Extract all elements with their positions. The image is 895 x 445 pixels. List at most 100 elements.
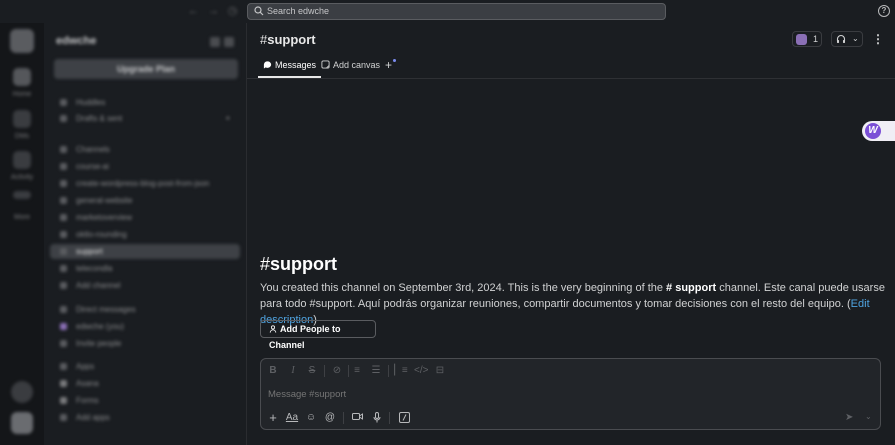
- sidebar-item-support[interactable]: support: [50, 244, 240, 259]
- sidebar-item-invite[interactable]: Invite people: [50, 336, 240, 351]
- history-back-icon[interactable]: ←: [187, 5, 200, 18]
- format-divider: [388, 365, 389, 377]
- help-icon[interactable]: ?: [878, 5, 890, 17]
- avatar: [60, 323, 67, 330]
- more-actions-icon[interactable]: ⋮: [872, 31, 884, 47]
- members-button[interactable]: 1: [792, 31, 822, 47]
- history-clock-icon[interactable]: ◷: [226, 5, 239, 18]
- format-toggle[interactable]: Aa: [284, 412, 300, 424]
- sidebar-item-channel[interactable]: telecondla: [50, 261, 240, 276]
- rail-label-dms: DMs: [14, 133, 30, 140]
- new-indicator-dot: [393, 59, 396, 62]
- sidebar-item-channel[interactable]: oktlo-rounding: [50, 227, 240, 242]
- ordered-list-icon[interactable]: ≡: [350, 365, 364, 377]
- plus-icon: [60, 282, 67, 289]
- mention-icon[interactable]: @: [323, 412, 337, 424]
- headphones-icon: [60, 99, 67, 106]
- workspace-rail: Home DMs Activity More: [0, 23, 44, 445]
- hash-icon: [60, 214, 67, 221]
- sidebar-item-drafts[interactable]: Drafts & sent ●: [50, 111, 240, 126]
- emoji-icon[interactable]: ☺: [304, 412, 318, 424]
- caret-icon: [60, 306, 67, 313]
- sidebar-item-app[interactable]: Forms: [50, 393, 240, 408]
- app-icon: [60, 397, 67, 404]
- code-block-icon[interactable]: ⊟: [433, 365, 447, 377]
- sidebar-item-add-apps[interactable]: Add apps: [50, 410, 240, 425]
- hash-icon: [60, 231, 67, 238]
- sidebar-item-channel[interactable]: course-ai: [50, 159, 240, 174]
- sidebar-item-channel[interactable]: general-website: [50, 193, 240, 208]
- dms-icon[interactable]: [13, 110, 31, 128]
- activity-icon[interactable]: [13, 151, 31, 169]
- tool-divider: [343, 412, 344, 424]
- tool-divider: [389, 412, 390, 424]
- tab-add-canvas[interactable]: Add canvas: [321, 56, 380, 78]
- bulleted-list-icon[interactable]: ☰: [369, 365, 383, 377]
- add-tab-plus-icon[interactable]: +: [385, 56, 396, 78]
- intro-title: #support: [260, 254, 338, 274]
- plus-icon[interactable]: +: [266, 411, 280, 424]
- hash-icon: [60, 265, 67, 272]
- member-count: 1: [813, 34, 819, 44]
- workspace-name[interactable]: edwche: [56, 35, 96, 47]
- slash-command-icon[interactable]: [397, 412, 411, 424]
- add-people-button[interactable]: Add People to Channel: [260, 320, 376, 350]
- top-bar: ← → ◷ Search edwche ?: [0, 0, 895, 23]
- search-bar[interactable]: Search edwche: [247, 3, 666, 20]
- channel-name: support: [267, 32, 316, 47]
- create-new-icon[interactable]: [11, 381, 33, 403]
- bold-icon[interactable]: B: [266, 365, 280, 377]
- app-plugin-badge[interactable]: W: [862, 121, 895, 141]
- search-placeholder: Search edwche: [267, 6, 330, 16]
- sidebar-item-channel[interactable]: marketoverview: [50, 210, 240, 225]
- hash-icon: [60, 248, 67, 255]
- compose-icon[interactable]: [224, 37, 234, 47]
- chevron-down-icon[interactable]: ⌄: [852, 34, 859, 43]
- sidebar-section-apps[interactable]: Apps: [50, 359, 240, 374]
- chevron-down-icon[interactable]: ⌄: [865, 412, 872, 421]
- rail-label-activity: Activity: [10, 174, 34, 181]
- sidebar-item-channel[interactable]: create-wordpress-blog-post-from-json: [50, 176, 240, 191]
- more-icon[interactable]: [13, 191, 31, 199]
- message-input[interactable]: [268, 389, 808, 400]
- tab-messages[interactable]: Messages: [258, 56, 322, 78]
- sidebar-item-huddles[interactable]: Huddles: [50, 95, 240, 110]
- microphone-icon[interactable]: [370, 412, 384, 424]
- headphones-icon: [836, 34, 846, 47]
- format-divider: [348, 365, 349, 377]
- link-icon[interactable]: ⊘: [330, 365, 344, 377]
- sidebar-item-add-channel[interactable]: Add channel: [50, 278, 240, 293]
- header-divider: [247, 78, 895, 79]
- home-icon[interactable]: [13, 68, 31, 86]
- code-icon[interactable]: </>: [414, 365, 428, 377]
- send-icon: [60, 115, 67, 122]
- canvas-icon: [321, 60, 330, 69]
- sidebar-section-channels[interactable]: Channels: [50, 142, 240, 157]
- channel-tabs: Messages Add canvas +: [258, 56, 878, 78]
- video-icon[interactable]: [350, 412, 364, 424]
- channel-title[interactable]: #support: [260, 32, 316, 47]
- plus-icon: [60, 414, 67, 421]
- send-icon[interactable]: ➤: [845, 412, 853, 423]
- hash-icon: [60, 197, 67, 204]
- upgrade-plan-button[interactable]: Upgrade Plan: [54, 59, 238, 79]
- huddle-button[interactable]: ⌄: [831, 31, 863, 47]
- user-avatar[interactable]: [11, 412, 33, 434]
- channel-reference[interactable]: # support: [666, 282, 716, 294]
- blockquote-icon[interactable]: ▏≡: [394, 365, 408, 377]
- message-composer: B I S ⊘ ≡ ☰ ▏≡ </> ⊟ + Aa ☺ @ ➤ ⌄: [260, 358, 881, 430]
- workspace-avatar[interactable]: [10, 29, 34, 53]
- filter-icon[interactable]: [210, 37, 220, 47]
- caret-icon: [60, 363, 67, 370]
- hash-icon: [60, 180, 67, 187]
- app-icon: [60, 380, 67, 387]
- sidebar-section-dms[interactable]: Direct messages: [50, 302, 240, 317]
- person-add-icon: [269, 325, 277, 333]
- history-forward-icon[interactable]: →: [207, 5, 220, 18]
- sidebar-item-dm-self[interactable]: edwche (you): [50, 319, 240, 334]
- caret-icon: [60, 146, 67, 153]
- sidebar-item-app[interactable]: Asana: [50, 376, 240, 391]
- italic-icon[interactable]: I: [286, 365, 300, 377]
- strikethrough-icon[interactable]: S: [305, 365, 319, 377]
- hash-icon: [60, 163, 67, 170]
